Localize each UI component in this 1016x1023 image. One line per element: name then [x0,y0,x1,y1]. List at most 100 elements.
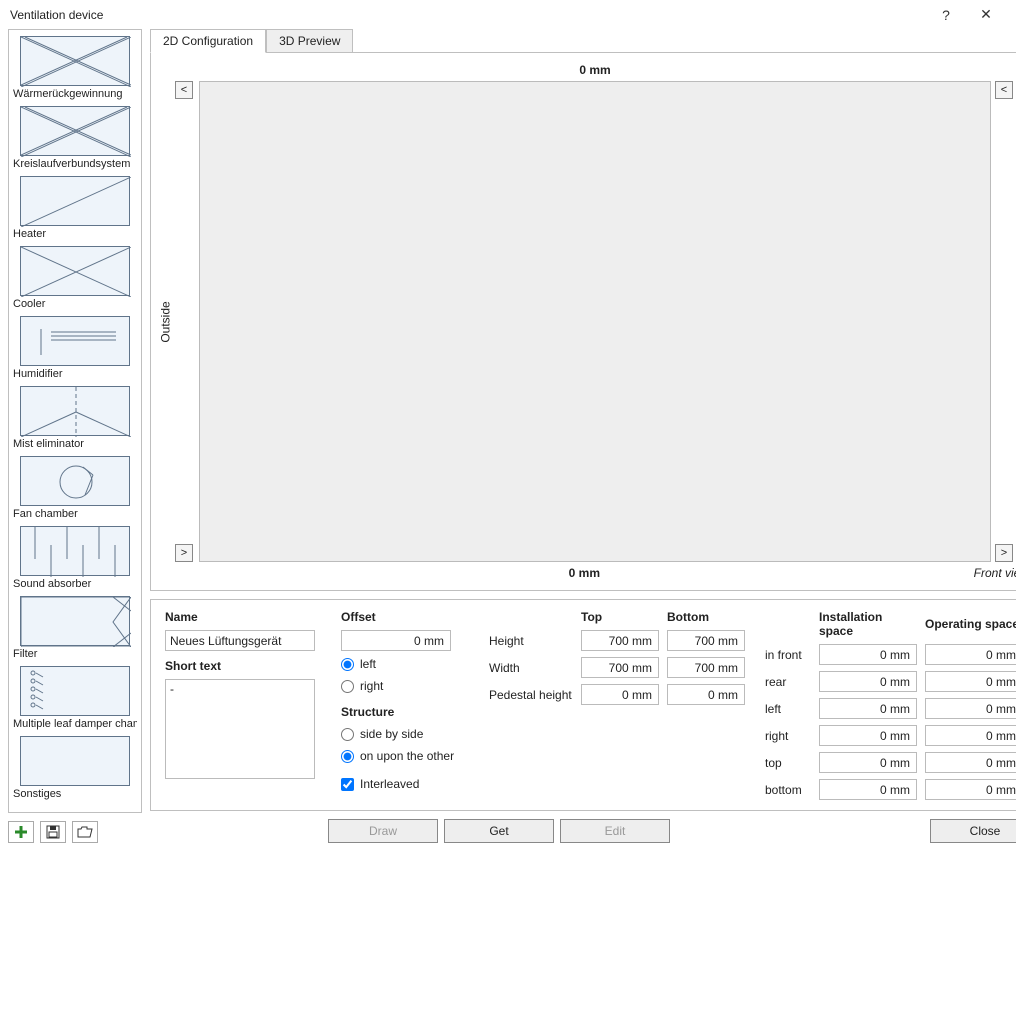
palette-symbol-icon [20,596,130,646]
install-bottom-field[interactable] [819,779,917,800]
pedestal-bottom-field[interactable] [667,684,745,705]
palette-item-label: Mist eliminator [13,438,137,450]
palette-item-1[interactable]: Kreislaufverbundsystem [13,106,137,170]
structure-onupon-radio[interactable]: on upon the other [341,747,471,765]
palette-item-label: Kreislaufverbundsystem [13,158,137,170]
install-right-field[interactable] [819,725,917,746]
palette-symbol-icon [20,526,130,576]
palette-item-label: Heater [13,228,137,240]
installation-space-header: Installation space [819,610,919,638]
palette-symbol-icon [20,316,130,366]
palette-item-label: Multiple leaf damper chamber [13,718,137,730]
palette-item-label: Fan chamber [13,508,137,520]
width-top-field[interactable] [581,657,659,678]
palette-item-3[interactable]: Cooler [13,246,137,310]
palette-symbol-icon [20,666,130,716]
offset-header: Offset [341,610,471,624]
width-bottom-field[interactable] [667,657,745,678]
left-side-label: Outside [157,81,175,562]
palette-symbol-icon [20,456,130,506]
tab-2d-configuration[interactable]: 2D Configuration [150,29,266,53]
palette-symbol-icon [20,736,130,786]
close-button[interactable]: Close [930,819,1016,843]
drawing-canvas[interactable] [199,81,991,562]
palette-item-2[interactable]: Heater [13,176,137,240]
handle-bottom-left[interactable]: > [175,544,193,562]
add-button[interactable] [8,821,34,843]
tab-3d-preview[interactable]: 3D Preview [266,29,353,53]
save-button[interactable] [40,821,66,843]
palette-symbol-icon [20,246,130,296]
name-field[interactable] [165,630,315,651]
operate-bottom-field[interactable] [925,779,1016,800]
palette-item-6[interactable]: Fan chamber [13,456,137,520]
name-header: Name [165,610,323,624]
width-label: Width [489,661,575,675]
plus-icon [14,825,28,839]
height-bottom-field[interactable] [667,630,745,651]
pedestal-top-field[interactable] [581,684,659,705]
bottom-column-header: Bottom [667,610,747,624]
pedestal-label: Pedestal height [489,688,575,702]
offset-left-radio[interactable]: left [341,655,471,673]
height-label: Height [489,634,575,648]
palette-item-0[interactable]: Wärmerückgewinnung [13,36,137,100]
offset-right-radio[interactable]: right [341,677,471,695]
structure-header: Structure [341,705,471,719]
operate-rear-field[interactable] [925,671,1016,692]
palette-item-label: Sonstiges [13,788,137,800]
properties-panel: Name Short text - Offset left right Stru… [150,599,1016,811]
palette-item-10[interactable]: Sonstiges [13,736,137,800]
space-rear-label: rear [765,675,813,689]
palette-item-7[interactable]: Sound absorber [13,526,137,590]
front-view-label: Front view [974,566,1016,580]
edit-button[interactable]: Edit [560,819,670,843]
install-rear-field[interactable] [819,671,917,692]
palette-symbol-icon [20,176,130,226]
install-top-field[interactable] [819,752,917,773]
space-front-label: in front [765,648,813,662]
operate-right-field[interactable] [925,725,1016,746]
palette-symbol-icon [20,106,130,156]
short-text-field[interactable]: - [165,679,315,779]
folder-open-icon [77,826,93,838]
space-right-label: right [765,729,813,743]
handle-bottom-right[interactable]: > [995,544,1013,562]
structure-side-radio[interactable]: side by side [341,725,471,743]
operate-front-field[interactable] [925,644,1016,665]
get-button[interactable]: Get [444,819,554,843]
save-icon [46,825,60,839]
space-bottom-label: bottom [765,783,813,797]
palette-item-4[interactable]: Humidifier [13,316,137,380]
operate-top-field[interactable] [925,752,1016,773]
viewport-frame: 0 mm Outside < > < > Room side 0 mm Fron… [150,52,1016,591]
install-left-field[interactable] [819,698,917,719]
handle-top-left[interactable]: < [175,81,193,99]
height-top-field[interactable] [581,630,659,651]
top-dimension-label: 0 mm [157,59,1016,81]
palette-item-9[interactable]: Multiple leaf damper chamber [13,666,137,730]
palette-symbol-icon [20,386,130,436]
space-top-label: top [765,756,813,770]
palette-symbol-icon [20,36,130,86]
offset-field[interactable] [341,630,451,651]
short-text-header: Short text [165,659,323,673]
palette-item-label: Filter [13,648,137,660]
palette-item-label: Cooler [13,298,137,310]
space-left-label: left [765,702,813,716]
open-button[interactable] [72,821,98,843]
handle-top-right[interactable]: < [995,81,1013,99]
operating-space-header: Operating space [925,617,1016,631]
interleaved-checkbox[interactable]: Interleaved [341,775,471,793]
draw-button[interactable]: Draw [328,819,438,843]
top-column-header: Top [581,610,661,624]
palette-item-8[interactable]: Filter [13,596,137,660]
bottom-dimension-label: 0 mm [195,566,974,580]
component-palette: Wärmerückgewinnung Kreislaufverbundsystem… [8,29,142,813]
help-button[interactable]: ? [926,7,966,23]
install-front-field[interactable] [819,644,917,665]
close-window-button[interactable]: ✕ [966,6,1006,23]
operate-left-field[interactable] [925,698,1016,719]
palette-item-5[interactable]: Mist eliminator [13,386,137,450]
window-title: Ventilation device [10,8,926,22]
